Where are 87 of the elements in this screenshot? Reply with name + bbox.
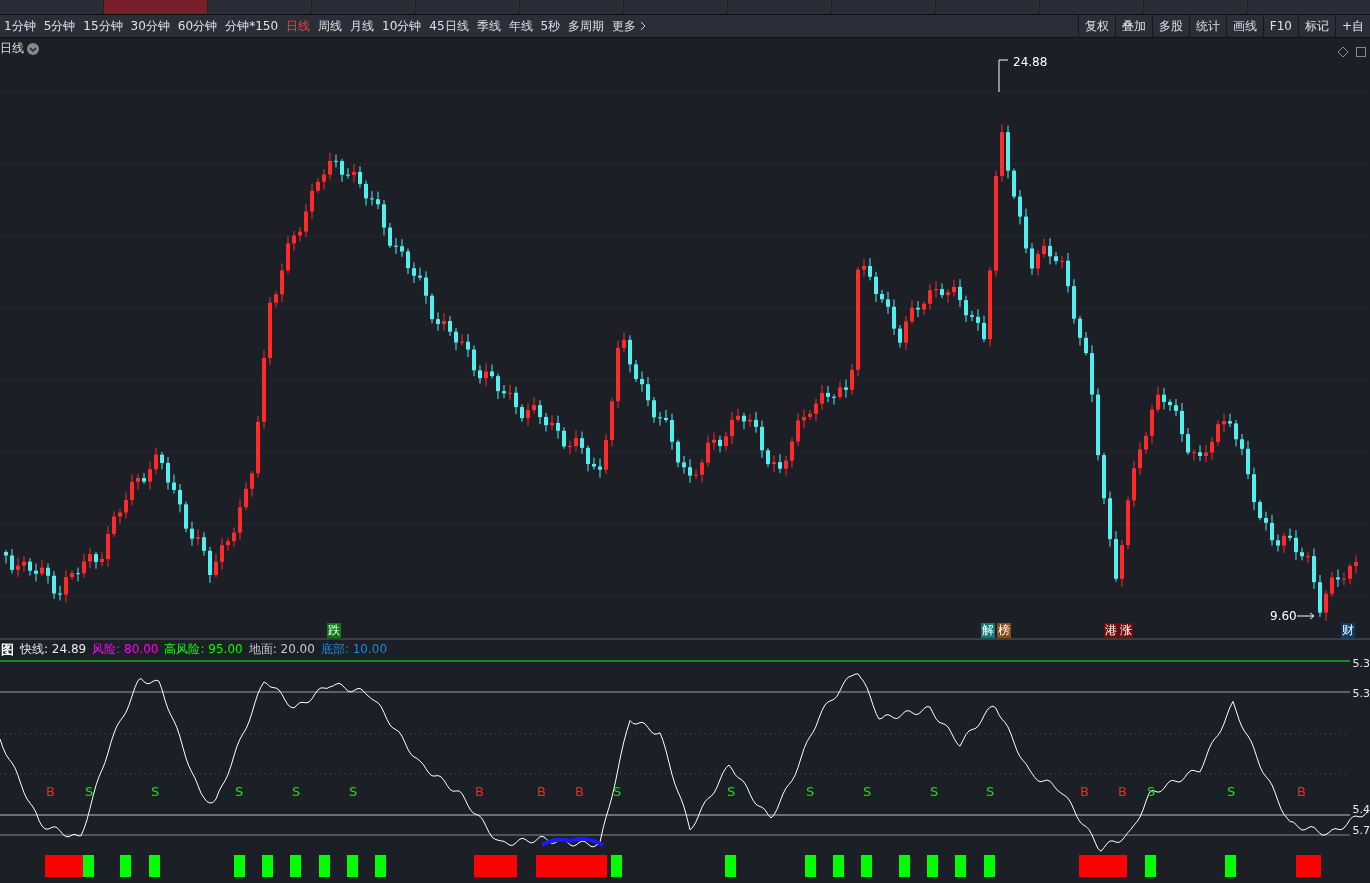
sell-block xyxy=(955,855,966,877)
sell-signal: S xyxy=(863,784,872,799)
axis-label: 5.3 xyxy=(1352,657,1370,670)
sell-block xyxy=(375,855,386,877)
sell-block xyxy=(725,855,736,877)
sell-signal: S xyxy=(986,784,995,799)
buy-signal: B xyxy=(575,784,584,799)
buy-block xyxy=(45,855,83,877)
sell-signal: S xyxy=(806,784,815,799)
sell-block xyxy=(805,855,816,877)
sell-signal: S xyxy=(1227,784,1236,799)
sell-block xyxy=(861,855,872,877)
sell-block xyxy=(611,855,622,877)
period-tab[interactable]: 1分钟 xyxy=(0,17,40,35)
sell-signal: S xyxy=(613,784,622,799)
low-price-label: 9.60 xyxy=(1270,609,1297,623)
sell-signal: S xyxy=(292,784,301,799)
legend-item: 地面: 20.00 xyxy=(248,641,315,658)
buy-block xyxy=(474,855,517,877)
period-tab[interactable]: 更多 xyxy=(608,17,641,35)
buy-signal: B xyxy=(537,784,546,799)
buy-signal: B xyxy=(46,784,55,799)
period-tab[interactable]: 15分钟 xyxy=(79,17,127,35)
sell-signal: S xyxy=(235,784,244,799)
event-tag[interactable]: 解 xyxy=(981,623,995,638)
period-tab[interactable]: 10分钟 xyxy=(378,17,426,35)
legend-item: 高风险: 95.00 xyxy=(164,641,243,658)
sell-block xyxy=(984,855,995,877)
sell-signal: S xyxy=(930,784,939,799)
buy-signal: B xyxy=(475,784,484,799)
event-tag[interactable]: 跌 xyxy=(327,623,341,638)
leader-line xyxy=(1296,612,1315,620)
sell-block xyxy=(347,855,358,877)
period-tab[interactable]: 5分钟 xyxy=(39,17,80,35)
top-tab[interactable] xyxy=(104,0,208,14)
period-tab[interactable]: 45日线 xyxy=(425,17,473,35)
sell-block xyxy=(833,855,844,877)
sell-signal: S xyxy=(151,784,160,799)
buy-block xyxy=(1296,855,1321,877)
sell-signal: S xyxy=(349,784,358,799)
sell-block xyxy=(899,855,910,877)
sell-block xyxy=(319,855,330,877)
buy-block xyxy=(1079,855,1127,877)
sell-block xyxy=(234,855,245,877)
buy-block xyxy=(536,855,607,877)
period-tab[interactable]: 30分钟 xyxy=(126,17,174,35)
sell-block xyxy=(149,855,160,877)
sell-signal: S xyxy=(85,784,94,799)
event-tag[interactable]: 港 xyxy=(1104,623,1118,638)
chart-title: 日线 xyxy=(0,40,24,57)
buy-signal: B xyxy=(1118,784,1127,799)
buy-signal: B xyxy=(1080,784,1089,799)
legend-item: 风险: 80.00 xyxy=(92,641,159,658)
axis-label: 5.7 xyxy=(1352,824,1370,837)
period-tab[interactable]: 分钟*150 xyxy=(221,17,283,35)
dropdown-icon[interactable] xyxy=(27,42,39,55)
event-tag[interactable]: 榜 xyxy=(997,623,1011,638)
period-tab[interactable]: 周线 xyxy=(314,17,347,35)
legend-item: 图 xyxy=(0,640,14,659)
period-tab[interactable]: 60分钟 xyxy=(173,17,222,35)
high-price-label: 24.88 xyxy=(1013,55,1048,69)
period-tab[interactable]: 季线 xyxy=(472,17,505,35)
sell-block xyxy=(927,855,938,877)
axis-label: 5.4 xyxy=(1352,803,1370,816)
sell-block xyxy=(120,855,131,877)
period-tab[interactable]: 日线 xyxy=(282,17,315,35)
chevron-right-icon[interactable] xyxy=(640,21,647,31)
sell-block xyxy=(1145,855,1156,877)
event-tag[interactable]: 财 xyxy=(1341,623,1355,638)
axis-label: 5.3 xyxy=(1352,687,1370,700)
sell-block xyxy=(290,855,301,877)
sell-block xyxy=(262,855,273,877)
legend-item: 快线: 24.89 xyxy=(20,641,87,658)
diamond-icon[interactable] xyxy=(1338,47,1348,57)
sell-block xyxy=(1225,855,1236,877)
square-icon[interactable] xyxy=(1356,47,1366,57)
period-tab[interactable]: 月线 xyxy=(346,17,379,35)
period-tab[interactable]: 多周期 xyxy=(564,17,609,35)
legend-item: 底部: 10.00 xyxy=(320,641,388,658)
indicator-highlight xyxy=(541,836,604,847)
sell-signal: S xyxy=(727,784,736,799)
leader-line xyxy=(998,59,1009,93)
sell-block xyxy=(83,855,94,877)
period-tab[interactable]: 5秒 xyxy=(536,17,565,35)
buy-signal: B xyxy=(1297,784,1306,799)
period-tab[interactable]: 年线 xyxy=(504,17,537,35)
event-tag[interactable]: 涨 xyxy=(1119,623,1133,638)
